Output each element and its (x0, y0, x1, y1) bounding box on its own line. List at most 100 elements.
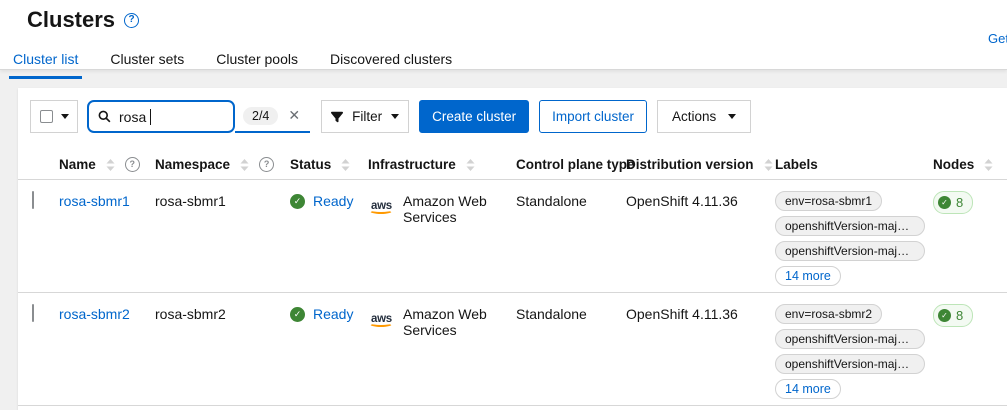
label-pill: env=rosa-sbmr2 (775, 304, 882, 324)
row-select-cell (18, 293, 59, 405)
sort-icon[interactable] (984, 159, 993, 171)
tab-cluster-list[interactable]: Cluster list (9, 46, 82, 79)
filter-label: Filter (352, 109, 382, 124)
label-pill: openshiftVersion-major-mi... (775, 354, 925, 374)
bulk-select-dropdown[interactable] (30, 100, 78, 133)
distribution-version-cell: OpenShift 4.11.36 (626, 293, 775, 405)
table-row: rosa-sbmr1 rosa-sbmr1 ✓ Ready aws Amazon… (18, 180, 1007, 293)
search-value: rosa (119, 109, 146, 125)
column-header-name: Name ? (59, 150, 155, 179)
tab-cluster-pools[interactable]: Cluster pools (212, 46, 302, 79)
tab-cluster-sets[interactable]: Cluster sets (106, 46, 188, 79)
sort-icon[interactable] (240, 159, 249, 171)
page-title: Clusters (27, 7, 115, 33)
page-header: Clusters ? Get Cluster list Cluster sets… (0, 0, 1007, 70)
search-input[interactable]: rosa (87, 100, 235, 133)
tab-label: Cluster sets (110, 51, 184, 67)
infrastructure-label: Amazon Web Services (403, 306, 516, 338)
column-header-labels: Labels (775, 150, 933, 179)
namespace-cell: rosa-sbmr2 (155, 293, 290, 405)
sort-icon[interactable] (764, 159, 773, 171)
labels-cell: env=rosa-sbmr2 openshiftVersion-major=4 … (775, 293, 933, 405)
chevron-down-icon (728, 114, 736, 119)
namespace-cell: rosa-sbmr1 (155, 180, 290, 292)
actions-label: Actions (672, 109, 716, 124)
labels-more-button[interactable]: 14 more (775, 266, 841, 286)
control-plane-type-cell: Standalone (516, 180, 626, 292)
select-all-checkbox[interactable] (40, 110, 53, 123)
tab-label: Discovered clusters (330, 51, 452, 67)
status-cell: ✓ Ready (290, 293, 368, 405)
actions-dropdown[interactable]: Actions (657, 100, 751, 133)
nodes-cell: ✓ 8 (933, 180, 1007, 292)
tabs: Cluster list Cluster sets Cluster pools … (9, 46, 1007, 79)
aws-icon: aws (368, 313, 394, 331)
clusters-table: Name ? Namespace ? Status Infrastructure… (18, 150, 1007, 406)
get-started-link[interactable]: Get (988, 31, 1007, 46)
nodes-count: 8 (956, 308, 963, 323)
chevron-down-icon (61, 114, 69, 119)
status-ready-icon: ✓ (290, 194, 305, 209)
sort-icon[interactable] (106, 159, 115, 171)
column-header-control-plane-type: Control plane type (516, 150, 626, 179)
cluster-name-link[interactable]: rosa-sbmr2 (59, 306, 130, 322)
tab-label: Cluster pools (216, 51, 298, 67)
infrastructure-label: Amazon Web Services (403, 193, 516, 225)
column-header-distribution-version: Distribution version (626, 150, 775, 179)
column-header-status: Status (290, 150, 368, 179)
tab-label: Cluster list (13, 51, 78, 67)
column-header-nodes: Nodes (933, 150, 1007, 179)
tab-discovered-clusters[interactable]: Discovered clusters (326, 46, 456, 79)
help-icon[interactable]: ? (125, 157, 140, 172)
cluster-name-link[interactable]: rosa-sbmr1 (59, 193, 130, 209)
sort-icon[interactable] (341, 159, 350, 171)
column-header-namespace: Namespace ? (155, 150, 290, 179)
control-plane-type-cell: Standalone (516, 293, 626, 405)
header-select-spacer (18, 150, 59, 179)
nodes-badge[interactable]: ✓ 8 (933, 191, 973, 214)
column-header-infrastructure: Infrastructure (368, 150, 516, 179)
infrastructure-cell: aws Amazon Web Services (368, 293, 516, 405)
label-pill: openshiftVersion-major-mi... (775, 241, 925, 261)
name-cell: rosa-sbmr2 (59, 293, 155, 405)
nodes-ready-icon: ✓ (938, 196, 951, 209)
create-cluster-button[interactable]: Create cluster (419, 100, 529, 133)
filter-icon (331, 111, 343, 123)
name-cell: rosa-sbmr1 (59, 180, 155, 292)
search-suffix: 2/4 ✕ (235, 100, 310, 133)
clusters-card: rosa 2/4 ✕ Filter Create cluster Import … (18, 88, 1007, 410)
search-group: rosa 2/4 ✕ (87, 100, 310, 133)
table-row: rosa-sbmr2 rosa-sbmr2 ✓ Ready aws Amazon… (18, 293, 1007, 406)
labels-cell: env=rosa-sbmr1 openshiftVersion-major=4 … (775, 180, 933, 292)
page-help-icon[interactable]: ? (124, 13, 139, 28)
status-link[interactable]: Ready (313, 193, 353, 209)
chevron-down-icon (391, 114, 399, 119)
nodes-count: 8 (956, 195, 963, 210)
clear-search-button[interactable]: ✕ (286, 107, 302, 124)
status-link[interactable]: Ready (313, 306, 353, 322)
search-icon (98, 110, 111, 123)
status-cell: ✓ Ready (290, 180, 368, 292)
search-results-badge: 2/4 (243, 107, 278, 125)
aws-icon: aws (368, 200, 394, 218)
import-cluster-button[interactable]: Import cluster (539, 100, 647, 133)
label-pill: env=rosa-sbmr1 (775, 191, 882, 211)
text-cursor (150, 109, 151, 125)
filter-dropdown[interactable]: Filter (321, 100, 409, 133)
toolbar: rosa 2/4 ✕ Filter Create cluster Import … (18, 88, 1007, 133)
row-checkbox[interactable] (32, 304, 34, 322)
infrastructure-cell: aws Amazon Web Services (368, 180, 516, 292)
distribution-version-cell: OpenShift 4.11.36 (626, 180, 775, 292)
nodes-ready-icon: ✓ (938, 309, 951, 322)
help-icon[interactable]: ? (259, 157, 274, 172)
label-pill: openshiftVersion-major=4 (775, 216, 925, 236)
table-header-row: Name ? Namespace ? Status Infrastructure… (18, 150, 1007, 180)
nodes-badge[interactable]: ✓ 8 (933, 304, 973, 327)
status-ready-icon: ✓ (290, 307, 305, 322)
label-pill: openshiftVersion-major=4 (775, 329, 925, 349)
nodes-cell: ✓ 8 (933, 293, 1007, 405)
sort-icon[interactable] (466, 159, 475, 171)
labels-more-button[interactable]: 14 more (775, 379, 841, 399)
row-select-cell (18, 180, 59, 292)
row-checkbox[interactable] (32, 191, 34, 209)
